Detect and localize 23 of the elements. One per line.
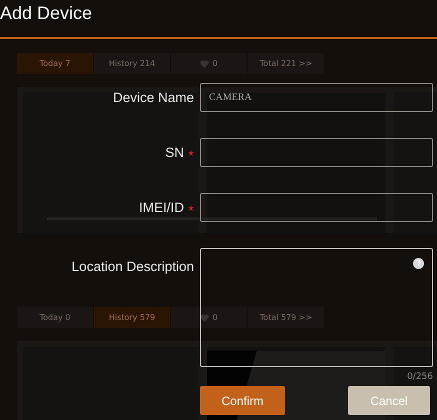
input-field[interactable]: CAMERA bbox=[200, 83, 433, 112]
field-label: IMEI/ID bbox=[138, 200, 184, 215]
window-title: Add Device bbox=[0, 2, 92, 24]
tab[interactable]: Today 7 bbox=[17, 53, 93, 74]
tab[interactable]: History 579 bbox=[94, 307, 170, 328]
field-label: SN bbox=[165, 145, 184, 160]
character-counter: 0/256 bbox=[407, 372, 433, 382]
tab[interactable]: History 214 bbox=[94, 53, 170, 74]
confirm-button[interactable]: Confirm bbox=[200, 386, 285, 415]
tab[interactable]: 0 bbox=[171, 307, 247, 328]
tab[interactable]: Total 579 >> bbox=[248, 307, 324, 328]
tab[interactable]: 0 bbox=[171, 53, 247, 74]
field-label: Device Name bbox=[112, 90, 194, 105]
field-label: Location Description bbox=[72, 258, 194, 274]
tab[interactable]: Total 221 >> bbox=[248, 53, 324, 74]
tab[interactable]: Today 0 bbox=[17, 307, 93, 328]
input-field[interactable] bbox=[200, 193, 433, 222]
input-field[interactable] bbox=[200, 138, 433, 167]
help-icon bbox=[413, 258, 424, 269]
heart-icon bbox=[200, 60, 210, 68]
text-area[interactable] bbox=[200, 248, 433, 367]
cancel-button[interactable]: Cancel bbox=[348, 386, 430, 415]
heart-icon bbox=[200, 314, 210, 322]
